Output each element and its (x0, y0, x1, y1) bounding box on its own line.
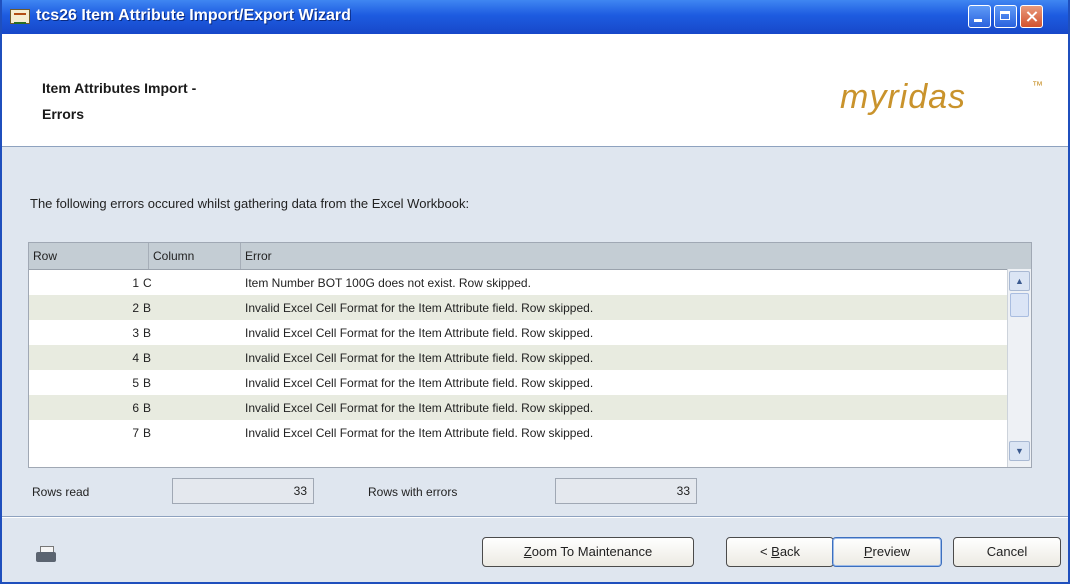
cell-error: Invalid Excel Cell Format for the Item A… (245, 426, 594, 440)
trademark-mark: ™ (1032, 80, 1043, 92)
header-panel: Item Attributes Import - Errors myridas … (2, 34, 1068, 147)
vertical-scrollbar[interactable]: ▲ ▼ (1007, 269, 1031, 467)
rows-errors-field: 33 (555, 478, 697, 504)
cell-column: B (143, 326, 152, 340)
cell-row: 6 (132, 401, 139, 415)
preview-label-rest: review (872, 544, 911, 559)
table-row[interactable]: 4 B Invalid Excel Cell Format for the It… (29, 345, 1007, 370)
errors-grid[interactable]: Row Column Error 1 C Item Number BOT 100… (28, 242, 1032, 468)
app-icon[interactable] (10, 9, 30, 24)
table-row[interactable]: 2 B Invalid Excel Cell Format for the It… (29, 295, 1007, 320)
chevron-up-icon: ▲ (1015, 276, 1024, 286)
cell-error: Invalid Excel Cell Format for the Item A… (245, 401, 594, 415)
cancel-button[interactable]: Cancel (953, 537, 1061, 567)
wizard-window: tcs26 Item Attribute Import/Export Wizar… (0, 0, 1070, 584)
back-mnemonic: B (771, 544, 780, 559)
header-title-line2: Errors (42, 106, 85, 122)
cell-column: B (143, 301, 152, 315)
table-row[interactable]: 1 C Item Number BOT 100G does not exist.… (29, 270, 1007, 295)
title-bar[interactable]: tcs26 Item Attribute Import/Export Wizar… (2, 0, 1068, 34)
cell-row: 7 (132, 426, 139, 440)
cell-column: B (143, 401, 152, 415)
footer-divider-highlight (2, 517, 1068, 518)
rows-read-field: 33 (172, 478, 314, 504)
back-label-rest: ack (779, 544, 801, 559)
chevron-down-icon: ▼ (1015, 446, 1024, 456)
table-row[interactable]: 5 B Invalid Excel Cell Format for the It… (29, 370, 1007, 395)
scroll-up-button[interactable]: ▲ (1009, 271, 1030, 291)
printer-icon[interactable] (36, 546, 58, 564)
window-title: tcs26 Item Attribute Import/Export Wizar… (36, 7, 351, 24)
cell-column: C (143, 276, 152, 290)
cell-column: B (143, 426, 152, 440)
zoom-mnemonic: Z (523, 544, 532, 559)
preview-button[interactable]: Preview (832, 537, 942, 567)
cell-row: 1 (132, 276, 139, 290)
scroll-down-button[interactable]: ▼ (1009, 441, 1030, 461)
cell-error: Invalid Excel Cell Format for the Item A… (245, 301, 594, 315)
column-header-row[interactable]: Row (29, 243, 149, 269)
table-row[interactable]: 3 B Invalid Excel Cell Format for the It… (29, 320, 1007, 345)
scrollbar-thumb[interactable] (1010, 293, 1029, 317)
cell-error: Item Number BOT 100G does not exist. Row… (245, 276, 531, 290)
header-title-line1: Item Attributes Import - (42, 80, 197, 96)
cell-row: 5 (132, 376, 139, 390)
minimize-button[interactable] (968, 5, 991, 28)
myridas-logo: myridas (840, 78, 967, 116)
column-header-error[interactable]: Error (241, 243, 1031, 269)
rows-errors-label: Rows with errors (368, 485, 458, 499)
rows-read-label: Rows read (32, 485, 90, 499)
table-row[interactable]: 6 B Invalid Excel Cell Format for the It… (29, 395, 1007, 420)
cell-column: B (143, 351, 152, 365)
close-button[interactable] (1020, 5, 1043, 28)
cell-row: 4 (132, 351, 139, 365)
maximize-button[interactable] (994, 5, 1017, 28)
cell-column: B (143, 376, 152, 390)
back-button[interactable]: < Back (726, 537, 834, 567)
table-row[interactable]: 7 B Invalid Excel Cell Format for the It… (29, 420, 1007, 445)
cell-row: 3 (132, 326, 139, 340)
cell-error: Invalid Excel Cell Format for the Item A… (245, 326, 594, 340)
cell-row: 2 (132, 301, 139, 315)
zoom-label-rest: oom To Maintenance (531, 544, 653, 559)
cell-error: Invalid Excel Cell Format for the Item A… (245, 376, 594, 390)
column-header-column[interactable]: Column (149, 243, 241, 269)
cell-error: Invalid Excel Cell Format for the Item A… (245, 351, 594, 365)
intro-text: The following errors occured whilst gath… (30, 196, 470, 211)
grid-header: Row Column Error (29, 243, 1031, 270)
preview-mnemonic: P (863, 544, 873, 559)
zoom-to-maintenance-button[interactable]: Zoom To Maintenance (482, 537, 694, 567)
back-label-prefix: < (759, 544, 772, 559)
